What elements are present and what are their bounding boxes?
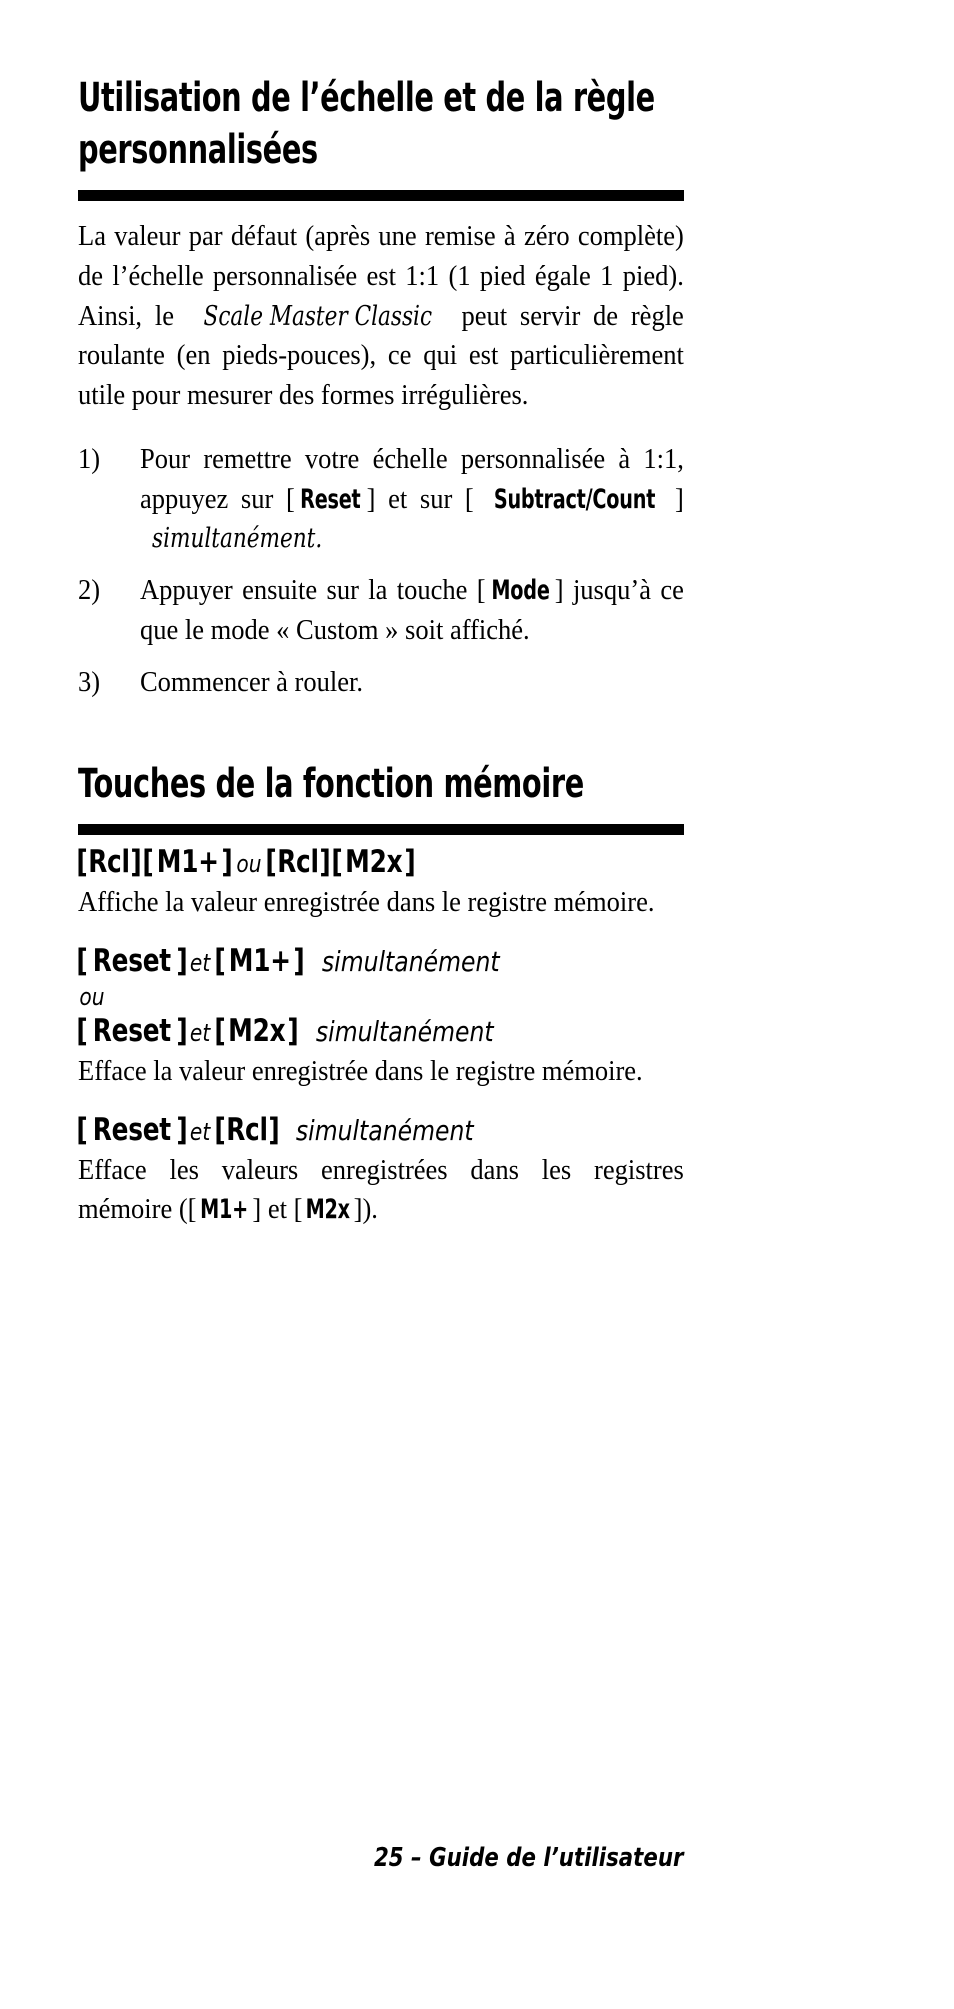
- entry-3-body-part2: ).: [362, 1194, 378, 1226]
- section-heading-1-line2: personnalisées: [78, 127, 318, 173]
- section-heading-2-line1: Touches de la fonction mémoire: [78, 761, 584, 808]
- list-item: 1) Pour remettre votre échelle personnal…: [78, 440, 684, 559]
- entry-3-body-part1: Efface les valeurs enregistrées dans les…: [78, 1154, 684, 1226]
- key-reset: Reset: [92, 943, 171, 980]
- step-number: 3): [78, 666, 101, 698]
- bracket-open: [: [187, 1194, 197, 1226]
- conjunction-ou: ou: [79, 982, 105, 1011]
- bracket-close: ]: [130, 844, 142, 881]
- step-emphasis: simultanément.: [151, 523, 323, 555]
- bracket-close: ]: [366, 483, 376, 515]
- emphasis-simultanement: simultanément: [321, 945, 500, 979]
- bracket-open: [: [214, 1013, 226, 1050]
- bracket-open: [: [476, 575, 486, 606]
- memory-entry-2-head-a: [Reset] et [M1+] simultanément: [76, 942, 684, 981]
- emphasis-simultanement: simultanément: [296, 1114, 474, 1148]
- step-text: Commencer à rouler.: [140, 663, 684, 703]
- key-m2x: M2x: [227, 1013, 285, 1050]
- steps-list: 1) Pour remettre votre échelle personnal…: [78, 440, 684, 703]
- entry-3-body-mid: et: [261, 1194, 294, 1226]
- heading-rule-2: [78, 824, 684, 836]
- bracket-open: [: [293, 1194, 303, 1226]
- section-heading-1: Utilisation de l’échelle et de la règle …: [78, 72, 684, 176]
- bracket-close: ]: [404, 844, 416, 881]
- step-text-part1: Appuyer ensuite sur la touche: [140, 575, 477, 606]
- bracket-close: ]: [252, 1194, 262, 1226]
- key-reset: Reset: [92, 1013, 171, 1050]
- bracket-close: ]: [293, 943, 305, 980]
- memory-entry-1-head: [Rcl] [M1+] ou [Rcl] [M2x]: [76, 843, 684, 882]
- key-m1plus: M1+: [228, 943, 291, 980]
- intro-paragraph: La valeur par défaut (après une remise à…: [78, 217, 684, 416]
- key-m2x: M2x: [344, 844, 402, 881]
- bracket-open: [: [76, 1112, 88, 1149]
- step-number: 1): [78, 443, 101, 475]
- memory-entry-2-head-b: [Reset] et [M2x] simultanément: [76, 1012, 684, 1051]
- product-name: Scale Master Classic: [203, 300, 432, 332]
- key-rcl: Rcl: [88, 844, 130, 881]
- key-reset: Reset: [92, 1112, 171, 1149]
- conjunction-ou: ou: [236, 850, 262, 879]
- step-number: 2): [78, 575, 101, 606]
- bracket-open: [: [464, 483, 474, 515]
- bracket-close: ]: [267, 1112, 279, 1149]
- bracket-open: [: [331, 844, 343, 881]
- key-reset: Reset: [300, 483, 362, 515]
- bracket-close: ]: [675, 483, 684, 515]
- key-mode: Mode: [491, 575, 550, 606]
- bracket-close: ]: [221, 844, 233, 881]
- key-rcl: Rcl: [276, 844, 319, 881]
- key-m1plus: M1+: [200, 1194, 249, 1226]
- key-rcl: Rcl: [225, 1112, 268, 1149]
- conjunction-et: et: [190, 949, 211, 978]
- heading-rule-1: [78, 190, 684, 201]
- step-text: Pour remettre votre échelle personnalisé…: [140, 440, 684, 559]
- bracket-open: [: [214, 1112, 226, 1149]
- memory-entry-3-head: [Reset] et [Rcl] simultanément: [76, 1111, 684, 1150]
- key-m1plus: M1+: [156, 844, 219, 881]
- step-text: Appuyer ensuite sur la touche [Mode] jus…: [140, 571, 684, 651]
- step-text-part1: Commencer à rouler.: [140, 666, 364, 698]
- bracket-open: [: [214, 943, 226, 980]
- conjunction-et: et: [190, 1019, 211, 1048]
- bracket-open: [: [265, 844, 277, 881]
- page-footer: 25 – Guide de l’utilisateur: [78, 1843, 684, 1873]
- bracket-close: ]: [353, 1194, 363, 1226]
- memory-entry-3-body: Efface les valeurs enregistrées dans les…: [78, 1151, 684, 1231]
- memory-entry-2-or: ou: [78, 982, 684, 1012]
- bracket-close: ]: [175, 1013, 188, 1050]
- step-text-part2: et sur: [375, 483, 465, 515]
- bracket-open: [: [76, 844, 88, 881]
- footer-text: 25 – Guide de l’utilisateur: [374, 1843, 684, 1873]
- bracket-open: [: [285, 483, 295, 515]
- key-m2x: M2x: [305, 1194, 351, 1226]
- bracket-close: ]: [319, 844, 331, 881]
- list-item: 3) Commencer à rouler.: [78, 663, 684, 703]
- emphasis-simultanement: simultanément: [315, 1015, 494, 1049]
- key-subtract-count: Subtract/Count: [493, 483, 656, 515]
- bracket-close: ]: [287, 1013, 299, 1050]
- bracket-open: [: [76, 943, 88, 980]
- memory-entry-2-body: Efface la valeur enregistrée dans le reg…: [78, 1055, 643, 1087]
- section-heading-2: Touches de la fonction mémoire: [78, 758, 684, 810]
- document-page: Utilisation de l’échelle et de la règle …: [76, 0, 684, 1231]
- bracket-open: [: [76, 1013, 88, 1050]
- memory-entry-1-body: Affiche la valeur enregistrée dans le re…: [78, 886, 655, 918]
- bracket-open: [: [142, 844, 154, 881]
- list-item: 2) Appuyer ensuite sur la touche [Mode] …: [78, 571, 684, 651]
- bracket-close: ]: [175, 1112, 188, 1149]
- bracket-close: ]: [175, 943, 188, 980]
- section-heading-1-line1: Utilisation de l’échelle et de la règle: [78, 75, 655, 121]
- conjunction-et: et: [190, 1118, 211, 1147]
